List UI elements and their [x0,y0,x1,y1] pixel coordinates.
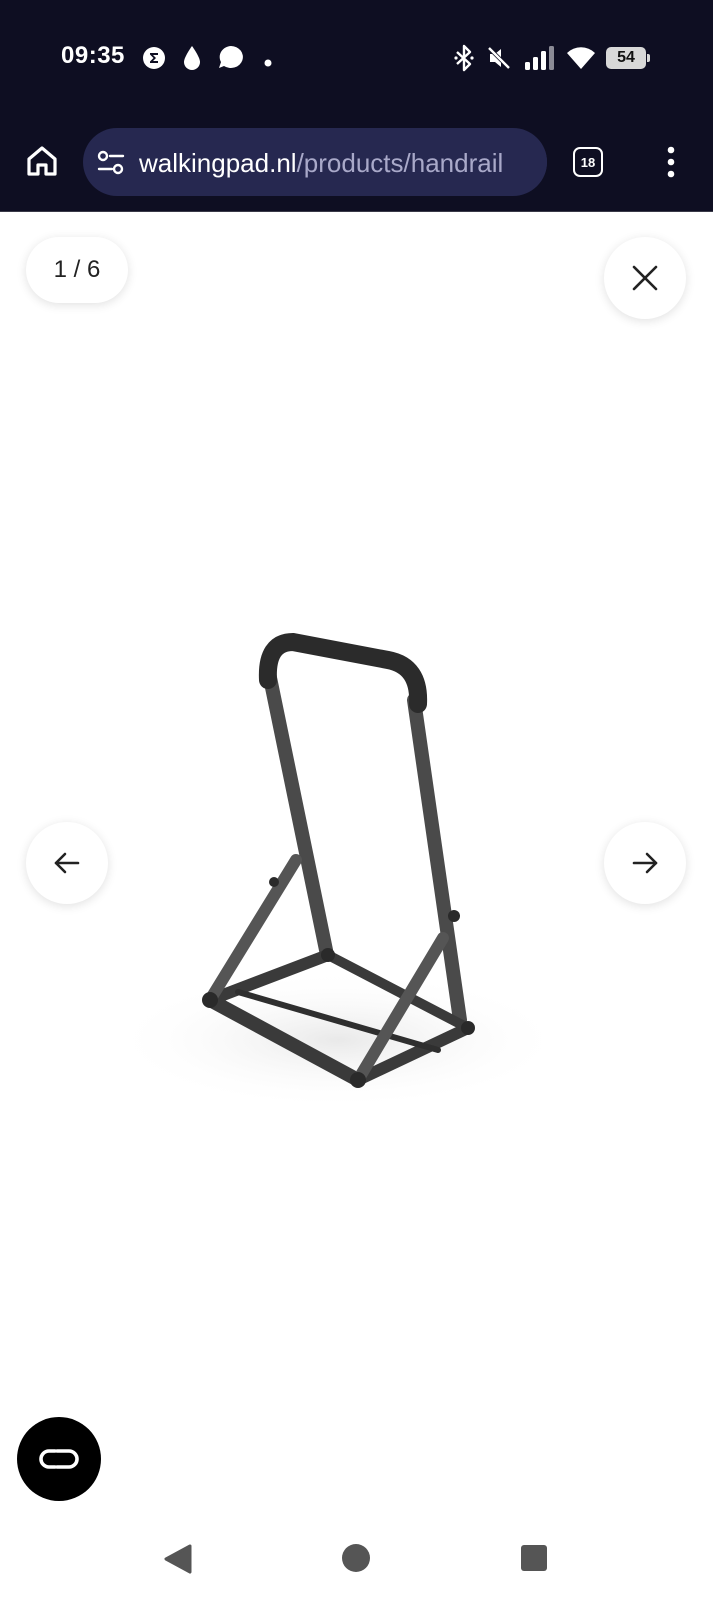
close-icon [632,265,658,291]
wifi-icon [566,45,596,76]
home-icon[interactable] [24,143,60,179]
product-image-handrail [88,620,628,1130]
signal-icon [524,45,556,76]
arrow-right-icon [632,852,658,874]
water-drop-icon [182,45,202,76]
chat-bubble-icon [217,44,245,75]
dot-icon [264,54,272,72]
status-time: 09:35 [61,42,125,69]
url-text[interactable]: walkingpad.nl/products/handrail [139,148,503,179]
system-navigation-bar [0,1515,713,1600]
address-bar[interactable]: walkingpad.nl/products/handrail [83,128,547,196]
arrow-left-icon [54,852,80,874]
url-domain: walkingpad.nl [139,148,297,178]
recents-icon[interactable] [520,1544,548,1577]
tab-switcher-button[interactable]: 18 [573,147,603,177]
more-options-icon[interactable] [663,145,679,179]
image-counter-text: 1 / 6 [53,256,101,283]
image-counter: 1 / 6 [26,237,128,303]
browser-top-bar: 09:35 54 walkingpad.nl/products/handrail… [0,0,713,212]
battery-level: 54 [606,47,646,69]
mute-icon [486,45,512,76]
chat-widget-button[interactable] [17,1417,101,1501]
sum-badge-icon [142,46,166,75]
link-icon [39,1449,79,1469]
home-nav-icon[interactable] [341,1543,371,1578]
site-settings-icon[interactable] [97,150,125,181]
back-icon[interactable] [163,1543,193,1580]
url-path: /products/handrail [296,148,504,178]
bluetooth-icon [453,44,475,77]
tab-count: 18 [580,154,596,170]
battery-indicator: 54 [606,47,650,69]
status-bar: 09:35 54 [0,0,713,115]
close-button[interactable] [604,237,686,319]
